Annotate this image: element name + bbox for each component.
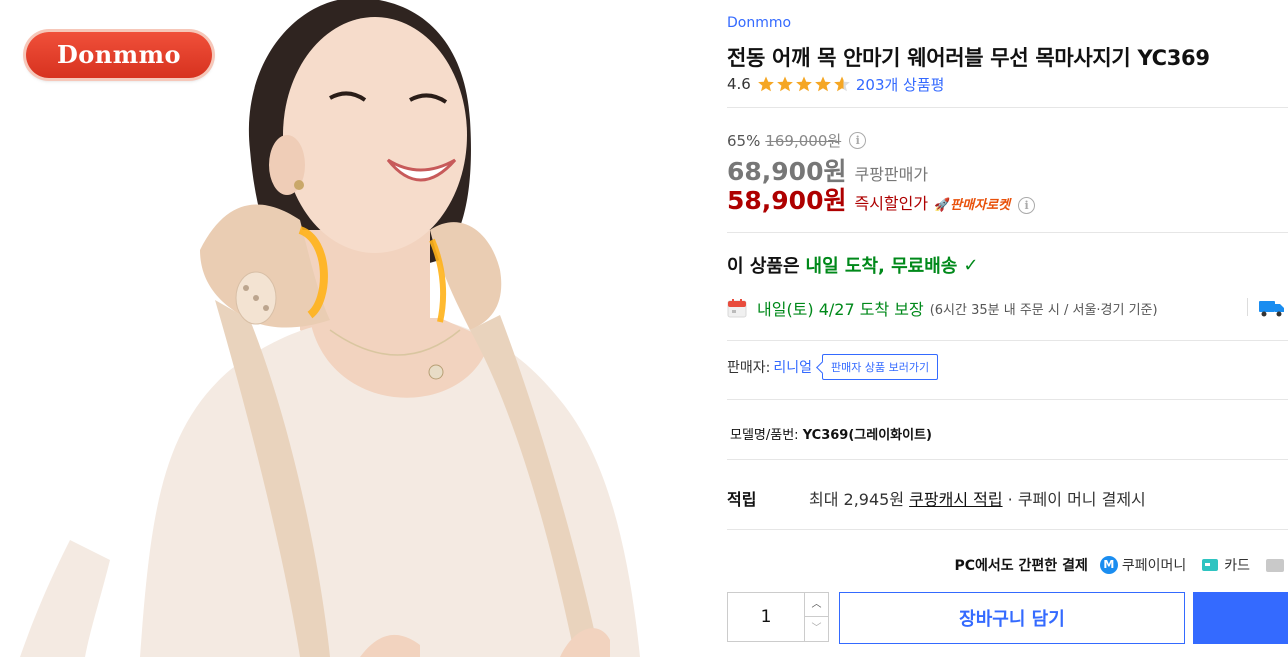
- instant-price: 58,900원: [727, 186, 847, 215]
- check-icon: ✓: [963, 254, 979, 276]
- star-icon: [814, 76, 831, 92]
- brand-badge: Donmmo: [26, 32, 212, 78]
- star-icon: [833, 76, 850, 92]
- divider: [727, 107, 1288, 108]
- points-condition: · 쿠페이 머니 결제시: [1007, 490, 1146, 509]
- truck-icon: [1259, 301, 1284, 317]
- delivery-headline-highlight: 내일 도착, 무료배송: [805, 256, 958, 277]
- seller-row: 판매자: 리니얼 판매자 상품 보러가기: [727, 354, 939, 380]
- quantity-input[interactable]: [728, 593, 804, 641]
- model-value: YC369(그레이화이트): [802, 428, 932, 443]
- divider: [727, 399, 1288, 400]
- instant-price-row: 58,900원 즉시할인가 🚀판매자로켓 i: [727, 181, 1036, 217]
- seller-name-link[interactable]: 리니얼: [773, 357, 812, 377]
- product-info: Donmmo 전동 어깨 목 안마기 웨어러블 무선 목마사지기 YC369 4…: [727, 0, 1288, 657]
- original-price: 169,000원: [765, 132, 842, 150]
- quantity-increase-button[interactable]: ︿: [804, 593, 828, 617]
- rating-stars[interactable]: [757, 75, 851, 93]
- divider: [727, 529, 1288, 530]
- payment-option-card: 카드: [1224, 558, 1250, 574]
- buy-now-button[interactable]: [1193, 592, 1288, 644]
- add-to-cart-button[interactable]: 장바구니 담기: [839, 592, 1185, 644]
- points-amount: 최대 2,945원: [809, 490, 905, 509]
- seller-products-button[interactable]: 판매자 상품 보러가기: [822, 354, 939, 380]
- calendar-icon: [727, 299, 747, 318]
- delivery-row: 내일(토) 4/27 도착 보장 (6시간 35분 내 주문 시 / 서울·경기…: [727, 296, 1158, 320]
- divider: [1247, 298, 1248, 316]
- quantity-decrease-button[interactable]: ﹀: [804, 617, 828, 641]
- divider: [727, 232, 1288, 233]
- discount-row: 65% 169,000원 i: [727, 130, 867, 151]
- delivery-headline: 이 상품은 내일 도착, 무료배송 ✓: [727, 252, 978, 278]
- coupang-cash-link[interactable]: 쿠팡캐시 적립: [909, 486, 1002, 510]
- delivery-date: 내일(토) 4/27 도착 보장: [757, 300, 924, 319]
- delivery-note: (6시간 35분 내 주문 시 / 서울·경기 기준): [929, 302, 1158, 318]
- brand-link[interactable]: Donmmo: [727, 15, 791, 31]
- star-icon: [776, 76, 793, 92]
- model-label: 모델명/품번:: [730, 428, 799, 443]
- star-icon: [757, 76, 774, 92]
- points-row: 적립 최대 2,945원 쿠팡캐시 적립 · 쿠페이 머니 결제시: [727, 486, 1146, 510]
- product-photo: [20, 0, 640, 657]
- divider: [727, 340, 1288, 341]
- info-icon[interactable]: i: [1018, 197, 1036, 214]
- info-icon[interactable]: i: [849, 132, 867, 149]
- model-row: 모델명/품번: YC369(그레이화이트): [730, 424, 932, 443]
- divider: [727, 459, 1288, 460]
- discount-rate: 65%: [727, 131, 761, 150]
- bank-card-icon: [1266, 558, 1284, 572]
- seller-label: 판매자:: [727, 360, 771, 376]
- delivery-headline-prefix: 이 상품은: [727, 256, 800, 277]
- quantity-stepper: ︿ ﹀: [727, 592, 829, 642]
- star-icon: [795, 76, 812, 92]
- rating-score: 4.6: [727, 75, 751, 93]
- instant-price-label: 즉시할인가: [854, 194, 929, 213]
- rating-row: 4.6 203개 상품평: [727, 73, 944, 95]
- points-label: 적립: [727, 490, 757, 509]
- product-image[interactable]: Donmmo: [0, 0, 640, 657]
- review-count-link[interactable]: 203개 상품평: [856, 74, 945, 95]
- coupay-money-icon: M: [1099, 556, 1118, 574]
- payment-title: PC에서도 간편한 결제: [954, 558, 1088, 574]
- card-icon: [1202, 559, 1219, 571]
- payment-row: PC에서도 간편한 결제 M 쿠페이머니 카드: [955, 555, 1288, 575]
- payment-option-coupay: 쿠페이머니: [1121, 558, 1187, 574]
- rocket-icon: 🚀: [934, 198, 951, 213]
- seller-rocket-badge: 🚀판매자로켓: [934, 198, 1011, 213]
- product-title: 전동 어깨 목 안마기 웨어러블 무선 목마사지기 YC369: [727, 46, 1210, 70]
